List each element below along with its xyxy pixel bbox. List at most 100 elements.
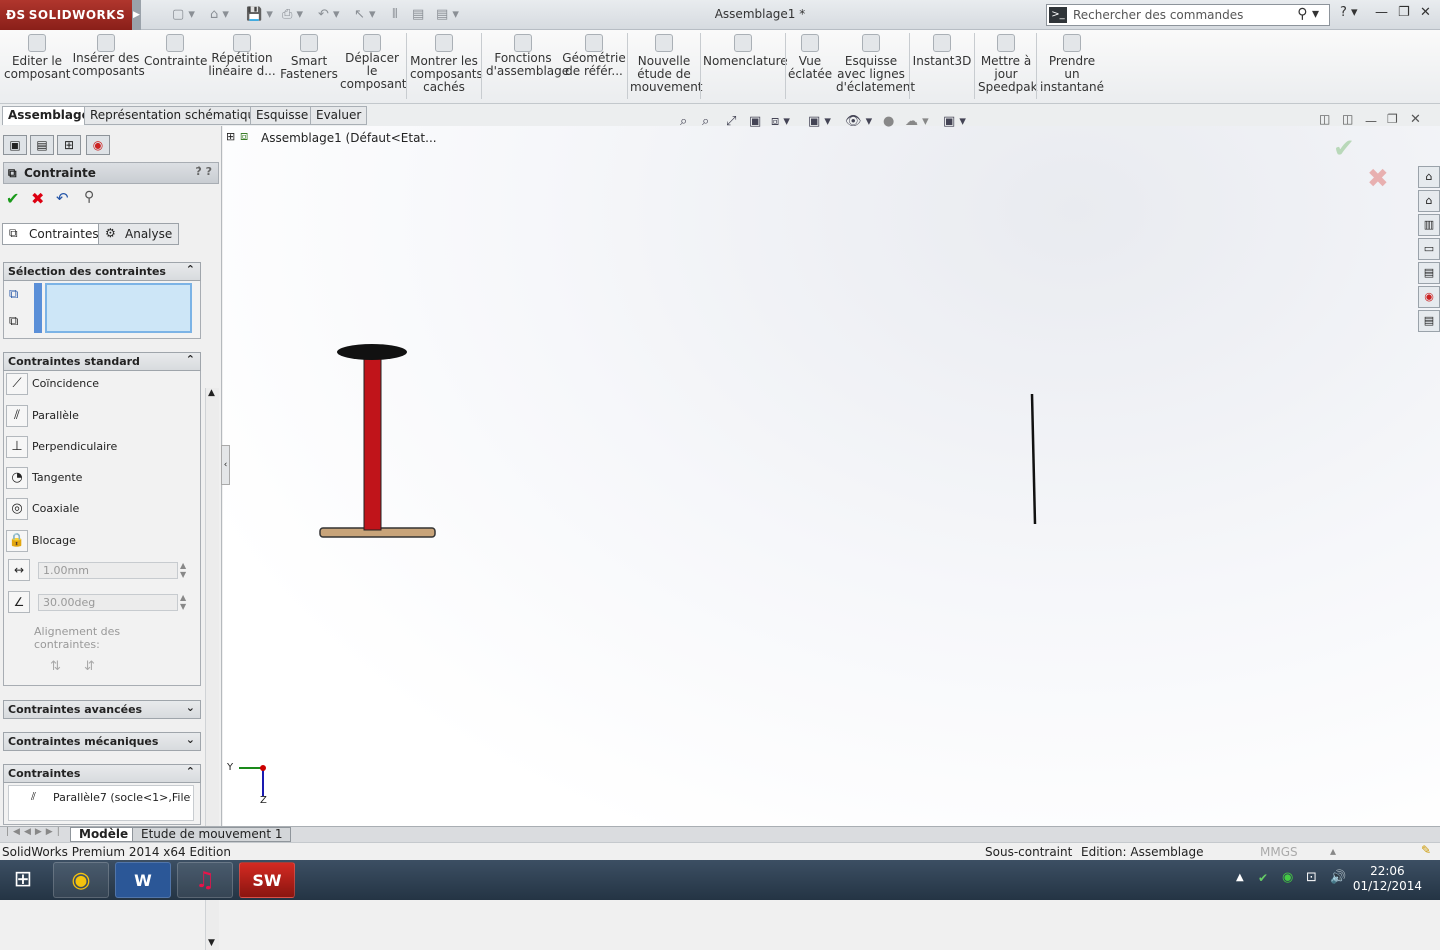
tab-esquisse[interactable]: Esquisse [250, 106, 315, 125]
advanced-mates-group-header[interactable]: Contraintes avancées ⌄ [3, 700, 201, 719]
viewport-close-icon[interactable]: ✕ [1410, 112, 1421, 127]
distance-spinner-icon[interactable]: ▲ ▼ [180, 561, 186, 579]
print-icon[interactable]: ⎙ ▾ [282, 7, 303, 22]
take-snapshot-button[interactable]: Prendre un instantané [1040, 34, 1104, 94]
network-icon[interactable]: ⊡ [1306, 870, 1317, 885]
solidworks-logo[interactable]: ƉS SOLIDWORKS [0, 0, 132, 30]
library-icon[interactable]: ▥ [1418, 214, 1440, 236]
graphics-area[interactable]: ‹ ⊞ ⧈ Assemblage1 (Défaut<Etat... ⌕ ⌕ ⤢ … [221, 112, 1440, 826]
confirm-corner-check-icon[interactable]: ✔ [1333, 134, 1355, 164]
search-icon[interactable]: ⚲ ▾ [1297, 6, 1319, 22]
mate-perpendicular[interactable]: ⊥ Perpendiculaire [6, 434, 186, 460]
pushpin-icon[interactable]: ⚲ [84, 189, 94, 205]
new-document-icon[interactable]: ▢ ▾ [172, 7, 195, 22]
word-icon[interactable]: W [115, 862, 171, 898]
viewport-restore-icon[interactable]: ❐ [1387, 112, 1398, 126]
file-explorer-icon[interactable]: ▭ [1418, 238, 1440, 260]
reference-geometry-button[interactable]: Géométrie de référ... [562, 34, 626, 78]
expand-icon[interactable]: ⌄ [186, 733, 195, 746]
new-motion-study-button[interactable]: Nouvelle étude de mouvement [630, 34, 703, 94]
stand-model[interactable] [313, 336, 443, 546]
mate-lock[interactable]: 🔒 Blocage [6, 528, 186, 554]
filet-rod[interactable] [1030, 393, 1037, 525]
mate-parallel[interactable]: ⫽ Parallèle [6, 403, 186, 429]
anti-aligned-icon[interactable]: ⇵ [84, 659, 95, 674]
restore-icon[interactable]: ❐ [1398, 5, 1410, 20]
mates-list-group-header[interactable]: Contraintes ⌃ [3, 764, 201, 783]
command-search[interactable]: >_ Rechercher des commandes ⚲ ▾ [1046, 4, 1330, 26]
mate-coincident[interactable]: ⟋ Coïncidence [6, 371, 186, 397]
zoom-to-fit-icon[interactable]: ⌕ [680, 114, 687, 129]
menu-arrow-icon[interactable]: ▶ [132, 0, 141, 30]
stand-rod[interactable] [363, 355, 382, 531]
tab-representation[interactable]: Représentation schématique [84, 106, 269, 125]
scene-icon[interactable]: ☁ ▾ [905, 114, 929, 129]
panel-collapse-handle[interactable]: ‹ [221, 445, 230, 485]
show-hidden-button[interactable]: Montrer les composants cachés [410, 34, 483, 94]
previous-view-icon[interactable]: ⤢ [726, 114, 736, 129]
viewport-split-icon[interactable]: ◫ [1342, 112, 1353, 126]
ok-check-icon[interactable]: ✔ [6, 189, 19, 208]
solidworks-task-icon[interactable]: SW [239, 862, 295, 898]
angle-input[interactable]: 30.00deg [38, 594, 178, 611]
mechanical-mates-group-header[interactable]: Contraintes mécaniques ⌄ [3, 732, 201, 751]
minimize-icon[interactable]: — [1375, 5, 1388, 20]
resources-icon[interactable]: ⌂ [1418, 166, 1440, 188]
tree-root-label[interactable]: Assemblage1 (Défaut<Etat... [261, 131, 437, 145]
hide-show-icon[interactable]: 👁 ▾ [845, 114, 872, 129]
appearance-icon[interactable]: ● [883, 114, 894, 129]
mate-concentric[interactable]: ◎ Coaxiale [6, 496, 186, 522]
save-icon[interactable]: 💾 ▾ [246, 7, 273, 22]
view-palette-icon[interactable]: ▤ [1418, 262, 1440, 284]
file-properties-icon[interactable]: ▤ [412, 7, 424, 22]
section-view-icon[interactable]: ▣ [749, 114, 761, 129]
tab-modele[interactable]: Modèle [70, 827, 138, 842]
scroll-down-icon[interactable]: ▼ [208, 938, 215, 948]
insert-components-button[interactable]: Insérer des composants [72, 34, 145, 78]
design-library-icon[interactable]: ⌂ [1418, 190, 1440, 212]
chrome-icon[interactable]: ◉ [53, 862, 109, 898]
collapse-icon[interactable]: ⌃ [186, 765, 195, 778]
angle-spinner-icon[interactable]: ▲ ▼ [180, 593, 186, 611]
expand-icon[interactable]: ⌄ [186, 701, 195, 714]
standard-mates-group-header[interactable]: Contraintes standard ⌃ [3, 352, 201, 371]
instant3d-button[interactable]: Instant3D [912, 34, 972, 68]
collapse-icon[interactable]: ⌃ [186, 353, 195, 366]
tab-motion-study[interactable]: Etude de mouvement 1 [132, 827, 292, 842]
undo-icon[interactable]: ↶ ▾ [318, 7, 340, 22]
viewport-minimize-icon[interactable]: — [1365, 114, 1377, 128]
tray-sync-icon[interactable]: ◉ [1282, 870, 1293, 885]
appearances-icon[interactable]: ◉ [1418, 286, 1440, 308]
mate-tangent[interactable]: ◔ Tangente [6, 465, 186, 491]
assembly-features-button[interactable]: Fonctions d'assemblage [486, 34, 569, 78]
help-icon[interactable]: ? ▾ [1340, 5, 1358, 20]
confirm-corner-cancel-icon[interactable]: ✖ [1367, 164, 1389, 194]
mate-list-item[interactable]: Parallèle7 (socle<1>,Filet< [53, 791, 191, 804]
windows-start-icon[interactable]: ⊞ [8, 866, 38, 894]
cancel-x-icon[interactable]: ✖ [31, 189, 44, 208]
feature-tree-tab-icon[interactable]: ▣ [3, 135, 27, 155]
custom-properties-icon[interactable]: ▤ [1418, 310, 1440, 332]
tab-evaluer[interactable]: Evaluer [310, 106, 368, 125]
help-icon[interactable]: ?̂ ? [195, 165, 212, 178]
zoom-area-icon[interactable]: ⌕ [702, 114, 709, 129]
units-selector[interactable]: MMGS [1260, 845, 1298, 859]
distance-input[interactable]: 1.00mm [38, 562, 178, 579]
bill-of-materials-button[interactable]: Nomenclature [703, 34, 788, 68]
tab-scroll-icon[interactable]: |◀◀▶▶| [6, 827, 64, 837]
aligned-icon[interactable]: ⇅ [50, 659, 61, 674]
tab-contraintes[interactable]: ⧉ Contraintes [2, 223, 106, 245]
smart-fasteners-button[interactable]: Smart Fasteners [280, 34, 338, 81]
configuration-tab-icon[interactable]: ⊞ [57, 135, 81, 155]
tray-app-icon[interactable]: ✔ [1258, 871, 1268, 885]
undo-icon[interactable]: ↶ [56, 189, 69, 207]
view-orientation-icon[interactable]: ⧈ ▾ [771, 114, 790, 129]
edit-component-button[interactable]: Editer le composant [4, 34, 71, 81]
linear-pattern-button[interactable]: Répétition linéaire d... [208, 34, 276, 78]
volume-icon[interactable]: 🔊 [1330, 870, 1346, 885]
scroll-up-icon[interactable]: ▲ [208, 388, 215, 398]
options-icon[interactable]: ▤ ▾ [436, 7, 459, 22]
system-clock[interactable]: 22:06 01/12/2014 [1353, 864, 1422, 894]
search-input[interactable]: Rechercher des commandes [1073, 8, 1243, 22]
selection-group-header[interactable]: Sélection des contraintes ⌃ [3, 262, 201, 281]
